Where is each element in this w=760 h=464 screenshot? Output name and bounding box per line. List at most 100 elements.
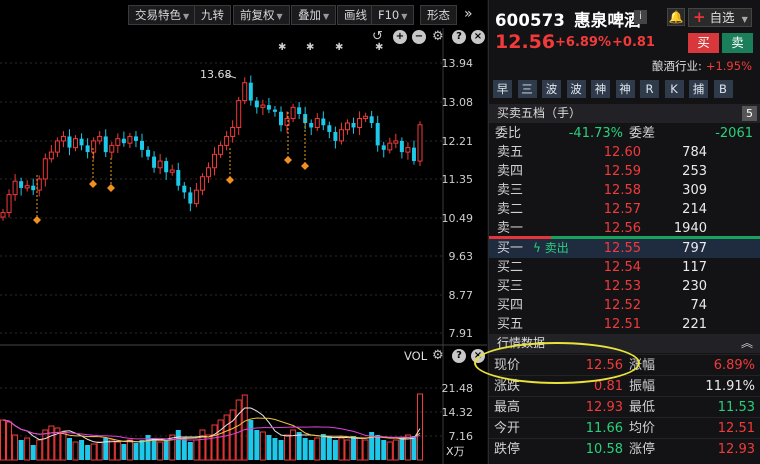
stock-name: 惠泉啤酒 [574, 11, 641, 30]
toolbar-button-label: 叠加 [298, 8, 321, 22]
diff-value: -2061 [715, 126, 753, 141]
quote-value: 6.89% [713, 358, 755, 373]
kline-chart-area[interactable]: 交易特色 ▼ 九转 前复权 ▼ 叠加 ▼ 画线 F10 ▼ 形态 » ↺ + − ⚙ ? × ✱ ✱… [0, 0, 487, 464]
candle-body [133, 136, 138, 141]
double-chevron-right-icon[interactable]: » [464, 6, 473, 22]
order-book-row[interactable]: 买三 12.53 230 [489, 277, 760, 296]
candle-body [12, 180, 18, 196]
candle-body [152, 156, 157, 168]
star-marker-icon: ✱ [375, 42, 384, 53]
signal-diamond [89, 180, 97, 188]
info-icon[interactable]: i [634, 10, 647, 24]
candle-body [290, 106, 296, 120]
volume-bar [272, 438, 278, 460]
plus-icon: + [693, 8, 706, 26]
order-book-row[interactable]: 卖四 12.59 253 [489, 162, 760, 181]
toolbar-button-5[interactable]: F10 ▼ [371, 5, 415, 25]
volume-bar [392, 439, 399, 461]
industry-label: 酿酒行业: [651, 59, 702, 73]
volume-bars [0, 393, 423, 461]
signal-tag[interactable]: 波 [566, 80, 586, 98]
quote-panel: 600573 惠泉啤酒 i 🔔 + 自选 ▼ 12.56 +6.89% +0.8… [488, 0, 760, 464]
candle-body [97, 135, 103, 142]
volume-bar [344, 439, 351, 461]
signal-tag[interactable]: 三 [517, 80, 537, 98]
order-price: 12.53 [603, 279, 641, 294]
signal-tag[interactable]: 神 [615, 80, 635, 98]
order-book-row[interactable]: 买一 ϟ 卖出 12.55 797 [489, 239, 760, 258]
collapse-chevron-icon[interactable]: ︽ [741, 334, 753, 353]
order-level-label: 卖二 [497, 202, 524, 217]
price-axis-tick: 9.63 [448, 250, 474, 263]
sell-button[interactable]: 卖 [722, 33, 753, 53]
zoom-out-icon[interactable]: − [412, 30, 426, 44]
caret-down-icon: ▼ [741, 15, 748, 24]
signal-tag[interactable]: 波 [542, 80, 561, 98]
toolbar-button-1[interactable]: 九转 [194, 5, 231, 25]
add-watchlist-button[interactable]: + 自选 ▼ [688, 8, 752, 27]
order-volume: 214 [682, 202, 707, 217]
volume-label: VOL [404, 349, 428, 363]
order-level-label: 买四 [497, 298, 524, 313]
candle-body [387, 142, 393, 151]
caret-down-icon: ▼ [401, 12, 408, 21]
industry-info[interactable]: 酿酒行业: +1.95% [652, 58, 752, 74]
candle-body [260, 104, 266, 108]
order-book-header[interactable]: 买卖五档（手） 5 [489, 104, 760, 123]
buy-button[interactable]: 买 [688, 33, 719, 53]
caret-down-icon: ▼ [183, 12, 190, 21]
bell-icon[interactable]: 🔔 [667, 8, 685, 26]
volume-bar [85, 445, 91, 460]
signal-tag[interactable]: 早 [493, 80, 512, 98]
order-book-level-badge[interactable]: 5 [742, 106, 757, 121]
signal-tag[interactable]: 神 [591, 80, 610, 98]
zoom-in-icon[interactable]: + [393, 30, 407, 44]
candle-body [351, 123, 356, 128]
order-book-row[interactable]: 买四 12.52 74 [489, 296, 760, 315]
quote-value: 12.93 [717, 442, 755, 457]
volume-bar [302, 438, 308, 460]
order-level-label: 买一 [497, 241, 524, 256]
volume-bar [362, 439, 369, 461]
candle-body [121, 138, 126, 144]
kline-chart-svg[interactable] [0, 0, 487, 464]
quote-label: 均价 [629, 421, 656, 436]
gear-icon[interactable]: ⚙ [432, 30, 444, 44]
candle-body [176, 170, 181, 186]
volume-bar [24, 437, 31, 461]
volume-bar [193, 439, 200, 461]
volume-help-icon[interactable]: ? [452, 349, 466, 363]
volume-bar [48, 425, 55, 461]
signal-tag[interactable]: R [640, 80, 659, 98]
order-price: 12.60 [603, 145, 641, 160]
order-volume: 253 [682, 164, 707, 179]
order-book-row[interactable]: 卖五 12.60 784 [489, 143, 760, 162]
toolbar-button-4[interactable]: 画线 [337, 5, 374, 25]
toolbar-button-6[interactable]: 形态 [420, 5, 457, 25]
order-book-row[interactable]: 卖二 12.57 214 [489, 200, 760, 219]
candle-body [297, 107, 302, 115]
help-icon[interactable]: ? [452, 30, 466, 44]
candle-body [266, 105, 271, 110]
order-book-row[interactable]: 买五 12.51 221 [489, 315, 760, 334]
candle-body [169, 169, 175, 173]
quote-data-row: 跌停 10.58 涨停 12.93 [489, 438, 760, 459]
close-icon[interactable]: × [471, 30, 485, 44]
toolbar-button-3[interactable]: 叠加 ▼ [291, 5, 337, 25]
volume-bar [284, 434, 291, 461]
volume-bar [417, 393, 423, 461]
volume-gear-icon[interactable]: ⚙ [432, 349, 444, 363]
signal-tag[interactable]: B [713, 80, 733, 98]
toolbar-button-2[interactable]: 前复权 ▼ [233, 5, 290, 25]
quote-data-header[interactable]: 行情数据 ︽ [489, 334, 760, 353]
candle-body [193, 189, 199, 205]
order-book-row[interactable]: 卖三 12.58 309 [489, 181, 760, 200]
order-volume: 797 [682, 241, 707, 256]
signal-tag[interactable]: K [664, 80, 684, 98]
signal-diamond [226, 176, 234, 184]
signal-tag[interactable]: 捕 [689, 80, 708, 98]
toolbar-button-0[interactable]: 交易特色 ▼ [128, 5, 197, 25]
order-book-row[interactable]: 买二 12.54 117 [489, 258, 760, 277]
volume-close-icon[interactable]: × [471, 349, 485, 363]
candle-body [182, 185, 187, 193]
